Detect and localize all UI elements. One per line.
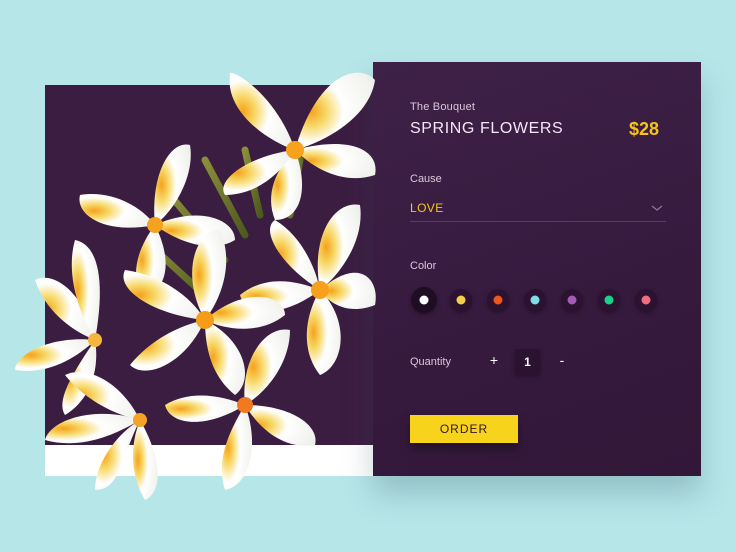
order-button[interactable]: ORDER (410, 415, 518, 443)
quantity-label: Quantity (410, 356, 451, 368)
quantity-decrement-button[interactable]: - (555, 352, 569, 368)
color-swatch-dot (604, 295, 614, 305)
color-swatch[interactable] (487, 289, 509, 311)
panel-gap (45, 445, 373, 476)
color-swatch[interactable] (450, 289, 472, 311)
cause-select[interactable]: LOVE (410, 201, 444, 215)
color-swatch-dot (493, 295, 503, 305)
product-subtitle: The Bouquet (410, 101, 476, 113)
color-swatch[interactable] (524, 289, 546, 311)
color-swatch[interactable] (561, 289, 583, 311)
chevron-down-icon[interactable] (651, 203, 663, 213)
color-swatch-dot (641, 295, 651, 305)
product-price: $28 (629, 119, 660, 139)
image-panel (45, 85, 373, 445)
color-swatch-dot (530, 295, 540, 305)
color-swatch-dot (567, 295, 577, 305)
color-swatch-dot (456, 295, 466, 305)
color-swatch[interactable] (411, 287, 437, 313)
color-swatch[interactable] (635, 289, 657, 311)
color-label: Color (410, 260, 437, 272)
color-swatch-dot (419, 295, 429, 305)
color-swatch[interactable] (598, 289, 620, 311)
cause-underline (410, 221, 666, 222)
quantity-value[interactable]: 1 (515, 349, 540, 374)
product-title: SPRING FLOWERS (410, 120, 564, 137)
quantity-increment-button[interactable]: + (487, 352, 501, 368)
cause-label: Cause (410, 173, 442, 185)
